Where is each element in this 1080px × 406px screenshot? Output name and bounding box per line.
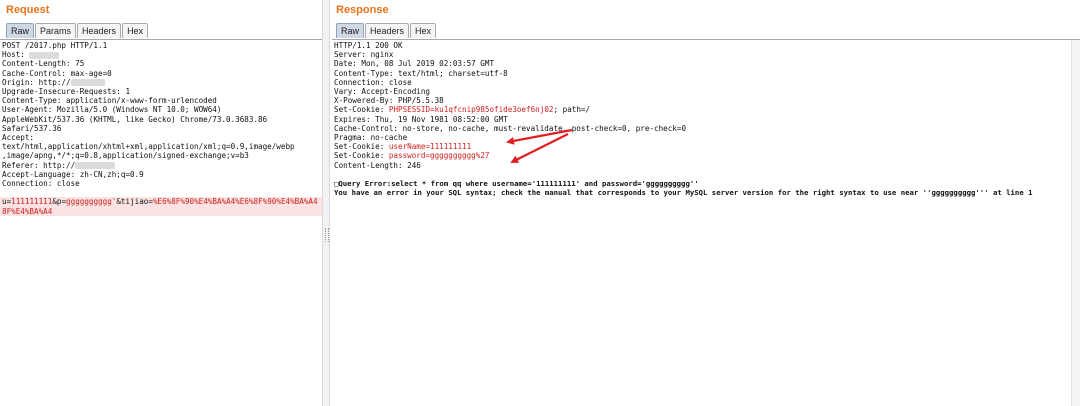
request-body-line-wrap: 8F%E4%BA%A4 — [0, 206, 322, 216]
request-line: Accept: — [2, 133, 35, 143]
response-pane: Response Raw Headers Hex HTTP/1.1 200 OK… — [330, 0, 1080, 406]
request-line: Upgrade-Insecure-Requests: 1 — [2, 87, 131, 97]
response-line: Connection: close — [334, 77, 412, 87]
request-tab-raw[interactable]: Raw — [6, 23, 35, 38]
request-line: User-Agent: Mozilla/5.0 (Windows NT 10.0… — [2, 105, 222, 115]
response-line: Expires: Thu, 19 Nov 1981 08:52:00 GMT — [334, 114, 508, 124]
query-error-line: □Query Error:select * from qq where user… — [334, 179, 699, 189]
password-cookie-line: Set-Cookie: password=gggggggggg%27 — [334, 151, 490, 161]
request-line: Accept-Language: zh-CN,zh;q=0.9 — [2, 169, 144, 179]
response-line: HTTP/1.1 200 OK — [334, 41, 403, 50]
response-line: Cache-Control: no-store, no-cache, must-… — [334, 123, 687, 133]
request-tabs: Raw Params Headers Hex — [6, 23, 149, 38]
response-line: X-Powered-By: PHP/5.5.38 — [334, 96, 444, 106]
response-editor[interactable]: HTTP/1.1 200 OK Server: nginx Date: Mon,… — [332, 39, 1080, 406]
pane-splitter[interactable] — [322, 0, 330, 406]
response-line: Server: nginx — [334, 50, 394, 60]
request-line: Content-Type: application/x-www-form-url… — [2, 96, 217, 106]
request-line-host: Host: — [2, 50, 320, 59]
redacted-origin — [70, 79, 105, 87]
burp-repeater-view: Request Raw Params Headers Hex POST /201… — [0, 0, 1080, 406]
response-tab-headers[interactable]: Headers — [365, 23, 410, 38]
response-tabs: Raw Headers Hex — [336, 23, 437, 38]
request-line: POST /2017.php HTTP/1.1 — [2, 41, 108, 50]
response-scrollbar[interactable] — [1071, 40, 1080, 406]
session-cookie-line: Set-Cookie: PHPSESSID=ku1qfcnip985ofide3… — [334, 105, 591, 115]
request-line: ,image/apng,*/*;q=0.8,application/signed… — [2, 151, 249, 161]
request-line: Connection: close — [2, 179, 80, 189]
response-line: Content-Type: text/html; charset=utf-8 — [334, 68, 508, 78]
response-line: Vary: Accept-Encoding — [334, 87, 431, 97]
sql-syntax-error-line: You have an error in your SQL syntax; ch… — [334, 188, 1033, 198]
request-line: AppleWebKit/537.36 (KHTML, like Gecko) C… — [2, 114, 268, 124]
response-tab-hex[interactable]: Hex — [410, 23, 437, 38]
request-tab-params[interactable]: Params — [35, 23, 77, 38]
request-body-line: u=111111111&p=gggggggggg'&tijiao=%E6%8F%… — [0, 197, 322, 207]
request-editor[interactable]: POST /2017.php HTTP/1.1 Host: Content-Le… — [0, 39, 322, 406]
request-line: Safari/537.36 — [2, 123, 62, 133]
request-line-origin: Origin: http:// — [2, 78, 320, 87]
redacted-host — [29, 51, 60, 59]
request-title: Request — [6, 4, 50, 16]
response-line: Date: Mon, 08 Jul 2019 02:03:57 GMT — [334, 59, 495, 69]
request-pane: Request Raw Params Headers Hex POST /201… — [0, 0, 322, 406]
request-tab-hex[interactable]: Hex — [122, 23, 149, 38]
request-line-referer: Referer: http:// — [2, 161, 320, 170]
request-line: text/html,application/xhtml+xml,applicat… — [2, 142, 295, 152]
response-title: Response — [336, 4, 389, 16]
content-length-line: Content-Length: 246 — [334, 160, 421, 170]
redacted-referer — [75, 162, 116, 170]
request-tab-headers[interactable]: Headers — [77, 23, 122, 38]
response-line: Pragma: no-cache — [334, 133, 408, 143]
request-line: Cache-Control: max-age=0 — [2, 68, 112, 78]
response-tab-raw[interactable]: Raw — [336, 23, 365, 38]
request-line: Content-Length: 75 — [2, 59, 85, 69]
username-cookie-line: Set-Cookie: userName=111111111 — [334, 142, 472, 152]
splitter-grip-icon[interactable] — [325, 228, 329, 242]
